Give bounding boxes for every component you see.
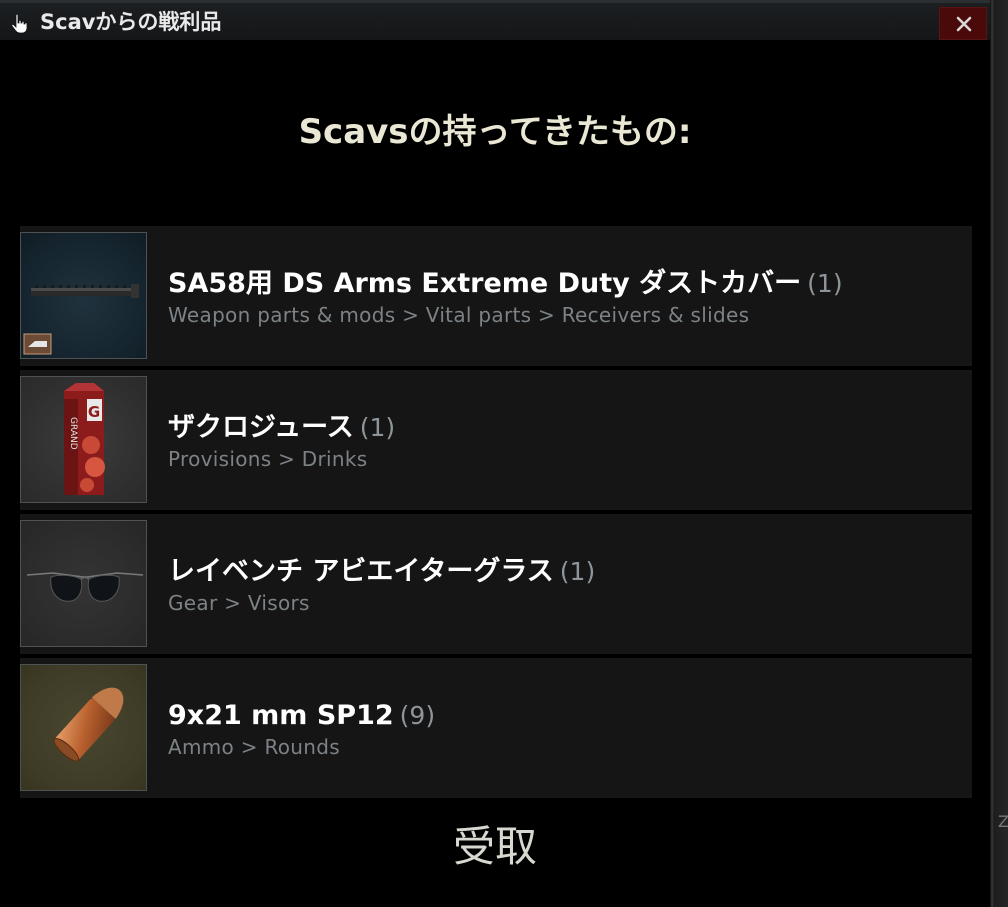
list-item[interactable]: 9x21 mm SP12 (9) Ammo > Rounds xyxy=(20,658,972,798)
svg-text:GRAND: GRAND xyxy=(68,417,78,450)
list-item[interactable]: レイベンチ アビエイターグラス (1) Gear > Visors xyxy=(20,514,972,654)
aviator-glasses-icon xyxy=(26,572,144,602)
item-count: (1) xyxy=(559,557,596,586)
item-thumbnail xyxy=(20,664,147,791)
item-count: (1) xyxy=(359,413,396,442)
item-name: ザクロジュース (1) xyxy=(168,410,395,446)
page-title: Scavsの持ってきたもの: xyxy=(298,112,692,152)
item-count: (9) xyxy=(399,701,436,730)
item-name: 9x21 mm SP12 (9) xyxy=(168,698,435,734)
item-count: (1) xyxy=(807,269,843,298)
list-item[interactable]: SA58用 DS Arms Extreme Duty ダストカバー (1) Wea… xyxy=(20,226,972,366)
svg-text:G: G xyxy=(88,403,100,421)
item-name: SA58用 DS Arms Extreme Duty ダストカバー (1) xyxy=(168,266,843,302)
item-name-text: ザクロジュース xyxy=(168,412,354,443)
item-name-text: 9x21 mm SP12 xyxy=(168,700,394,731)
item-category: Weapon parts & mods > Vital parts > Rece… xyxy=(168,303,750,327)
item-category: Gear > Visors xyxy=(168,591,310,615)
list-item[interactable]: G GRAND ザクロジュース (1) Provisions > Drinks xyxy=(20,370,972,510)
item-name-text: レイベンチ アビエイターグラス xyxy=(168,556,554,587)
close-button[interactable] xyxy=(939,7,987,40)
hand-pointer-icon xyxy=(11,13,28,34)
item-thumbnail xyxy=(20,520,147,647)
item-thumbnail: G GRAND xyxy=(20,376,147,503)
window-titlebar[interactable]: Scavからの戦利品 xyxy=(0,0,990,40)
item-category: Provisions > Drinks xyxy=(168,447,368,471)
item-thumbnail xyxy=(20,232,147,359)
background-window-fragment: Z xyxy=(998,812,1008,831)
close-icon xyxy=(956,16,972,32)
item-name: レイベンチ アビエイターグラス (1) xyxy=(168,554,595,590)
window-title: Scavからの戦利品 xyxy=(40,10,222,34)
loot-window: Scavからの戦利品 Scavsの持ってきたもの: SA58用 DS Arms … xyxy=(0,0,990,907)
receive-button[interactable]: 受取 xyxy=(430,818,560,876)
bullet-round-icon xyxy=(53,687,124,762)
dust-cover-icon xyxy=(23,284,139,355)
item-name-text: SA58用 DS Arms Extreme Duty ダストカバー xyxy=(168,268,802,299)
item-category: Ammo > Rounds xyxy=(168,735,340,759)
juice-carton-icon: G GRAND xyxy=(64,383,105,495)
background-window-edge xyxy=(990,0,1008,907)
